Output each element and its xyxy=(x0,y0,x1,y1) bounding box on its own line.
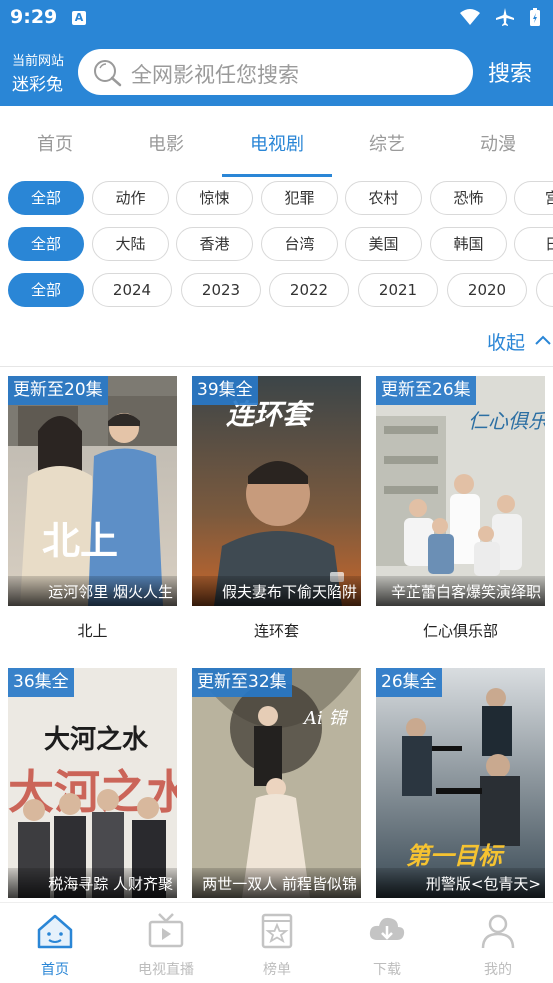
poster-title-art: 北上 xyxy=(42,519,118,563)
status-bar: 9:29 A xyxy=(0,0,553,36)
search-icon xyxy=(94,60,122,87)
show-title: 仁心俱乐部 xyxy=(422,622,498,640)
status-time: 9:29 xyxy=(10,6,58,28)
notification-a-icon: A xyxy=(72,11,86,25)
episode-badge: 更新至32集 xyxy=(192,668,292,697)
episode-badge: 26集全 xyxy=(376,668,442,697)
site-label: 当前网站 xyxy=(12,54,65,69)
genre-filter-row: 全部 动作 惊悚 犯罪 农村 恐怖 宫 xyxy=(0,178,553,218)
show-card[interactable]: 第一目标 26集全 刑警版<包青天> xyxy=(376,668,545,898)
nav-profile-label: 我的 xyxy=(484,962,512,978)
year-chip[interactable] xyxy=(536,273,553,307)
poster-image: 大河之水 大河之水 36集全 税海寻踪 人财齐聚 xyxy=(8,668,177,898)
collapse-label: 收起 xyxy=(487,332,526,354)
airplane-icon xyxy=(496,8,514,26)
poster-image: 第一目标 26集全 刑警版<包青天> xyxy=(376,668,545,898)
show-title: 北上 xyxy=(77,622,108,640)
region-chip[interactable]: 日 xyxy=(514,227,553,261)
year-chip[interactable]: 2024 xyxy=(92,273,172,307)
tab-variety[interactable]: 综艺 xyxy=(332,130,442,156)
tab-anime[interactable]: 动漫 xyxy=(443,130,553,156)
region-chip[interactable]: 香港 xyxy=(176,227,253,261)
poster-caption: 税海寻踪 人财齐聚 xyxy=(8,868,177,898)
genre-chip[interactable]: 动作 xyxy=(92,181,169,215)
download-icon xyxy=(369,917,405,940)
genre-chip[interactable]: 恐怖 xyxy=(430,181,507,215)
genre-chip[interactable]: 惊悚 xyxy=(176,181,253,215)
search-placeholder: 全网影视任您搜索 xyxy=(131,63,299,87)
nav-profile[interactable]: 我的 xyxy=(443,911,553,979)
episode-badge: 39集全 xyxy=(192,376,258,405)
genre-chip-all[interactable]: 全部 xyxy=(8,181,84,215)
year-chip[interactable]: 2021 xyxy=(358,273,438,307)
nav-home[interactable]: 首页 xyxy=(0,911,110,979)
show-card[interactable]: 仁心俱乐部 更新至26集 辛芷蕾白客爆笑演绎职 仁心俱乐部 xyxy=(376,376,545,646)
poster-title-art: 第一目标 xyxy=(406,842,505,870)
episode-badge: 更新至20集 xyxy=(8,376,108,405)
poster-caption: 运河邻里 烟火人生 xyxy=(8,576,177,606)
collapse-filters-button[interactable]: 收起 xyxy=(487,328,551,355)
poster-caption: 刑警版<包青天> xyxy=(376,868,545,898)
region-chip[interactable]: 大陆 xyxy=(92,227,169,261)
tab-movies[interactable]: 电影 xyxy=(111,130,221,156)
bottom-navigation: 首页 电视直播 榜单 下载 我的 xyxy=(0,902,553,983)
poster-caption: 辛芷蕾白客爆笑演绎职 xyxy=(376,576,545,606)
poster-title-art: 仁心俱乐部 xyxy=(468,409,545,433)
nav-live-tv[interactable]: 电视直播 xyxy=(111,911,221,979)
region-chip[interactable]: 美国 xyxy=(345,227,422,261)
nav-download[interactable]: 下载 xyxy=(332,911,442,979)
year-chip[interactable]: 2023 xyxy=(181,273,261,307)
tv-icon xyxy=(148,913,184,948)
divider xyxy=(0,366,553,367)
poster-caption: 两世一双人 前程皆似锦 xyxy=(192,868,361,898)
nav-download-label: 下载 xyxy=(373,962,401,978)
poster-image: Ai 锦 更新至32集 两世一双人 前程皆似锦 xyxy=(192,668,361,898)
search-button[interactable]: 搜索 xyxy=(488,56,532,88)
search-input[interactable]: 全网影视任您搜索 xyxy=(78,49,473,95)
year-chip-all[interactable]: 全部 xyxy=(8,273,84,307)
genre-chip[interactable]: 宫 xyxy=(514,181,553,215)
battery-icon xyxy=(530,8,540,26)
nav-home-label: 首页 xyxy=(41,962,69,978)
region-chip-all[interactable]: 全部 xyxy=(8,227,84,261)
poster-image: 连环套 39集全 假夫妻布下偷天陷阱 xyxy=(192,376,361,606)
show-card[interactable]: 大河之水 大河之水 36集全 税海寻踪 人财齐聚 xyxy=(8,668,177,898)
tab-tv-series[interactable]: 电视剧 xyxy=(222,130,332,156)
region-filter-row: 全部 大陆 香港 台湾 美国 韩国 日 xyxy=(0,224,553,264)
genre-chip[interactable]: 犯罪 xyxy=(261,181,338,215)
year-chip[interactable]: 2020 xyxy=(447,273,527,307)
year-chip[interactable]: 2022 xyxy=(269,273,349,307)
nav-ranking-label: 榜单 xyxy=(263,962,291,978)
show-title: 连环套 xyxy=(253,622,299,640)
wifi-icon xyxy=(460,9,480,25)
genre-chip[interactable]: 农村 xyxy=(345,181,422,215)
show-card[interactable]: Ai 锦 更新至32集 两世一双人 前程皆似锦 xyxy=(192,668,361,898)
episode-badge: 36集全 xyxy=(8,668,74,697)
show-card[interactable]: 连环套 39集全 假夫妻布下偷天陷阱 连环套 xyxy=(192,376,361,646)
tab-home[interactable]: 首页 xyxy=(0,130,110,156)
chevron-up-icon xyxy=(535,335,551,345)
app-header: 当前网站 迷彩兔 全网影视任您搜索 搜索 xyxy=(0,36,553,106)
region-chip[interactable]: 台湾 xyxy=(261,227,338,261)
svg-text:Ai 锦: Ai 锦 xyxy=(302,708,348,729)
poster-title-art: 大河之水 xyxy=(44,724,149,755)
poster-caption: 假夫妻布下偷天陷阱 xyxy=(192,576,361,606)
poster-image: 仁心俱乐部 更新至26集 辛芷蕾白客爆笑演绎职 xyxy=(376,376,545,606)
site-name[interactable]: 迷彩兔 xyxy=(12,70,63,95)
region-chip[interactable]: 韩国 xyxy=(430,227,507,261)
profile-icon xyxy=(481,914,515,949)
year-filter-row: 全部 2024 2023 2022 2021 2020 xyxy=(0,270,553,310)
episode-badge: 更新至26集 xyxy=(376,376,476,405)
show-card[interactable]: 北上 更新至20集 运河邻里 烟火人生 北上 xyxy=(8,376,177,646)
poster-image: 北上 更新至20集 运河邻里 烟火人生 xyxy=(8,376,177,606)
ranking-icon xyxy=(261,913,293,949)
nav-ranking[interactable]: 榜单 xyxy=(222,911,332,979)
nav-live-tv-label: 电视直播 xyxy=(138,962,194,978)
home-icon xyxy=(37,914,73,949)
active-tab-indicator xyxy=(222,174,332,177)
category-tabs: 首页 电影 电视剧 综艺 动漫 xyxy=(0,106,553,178)
